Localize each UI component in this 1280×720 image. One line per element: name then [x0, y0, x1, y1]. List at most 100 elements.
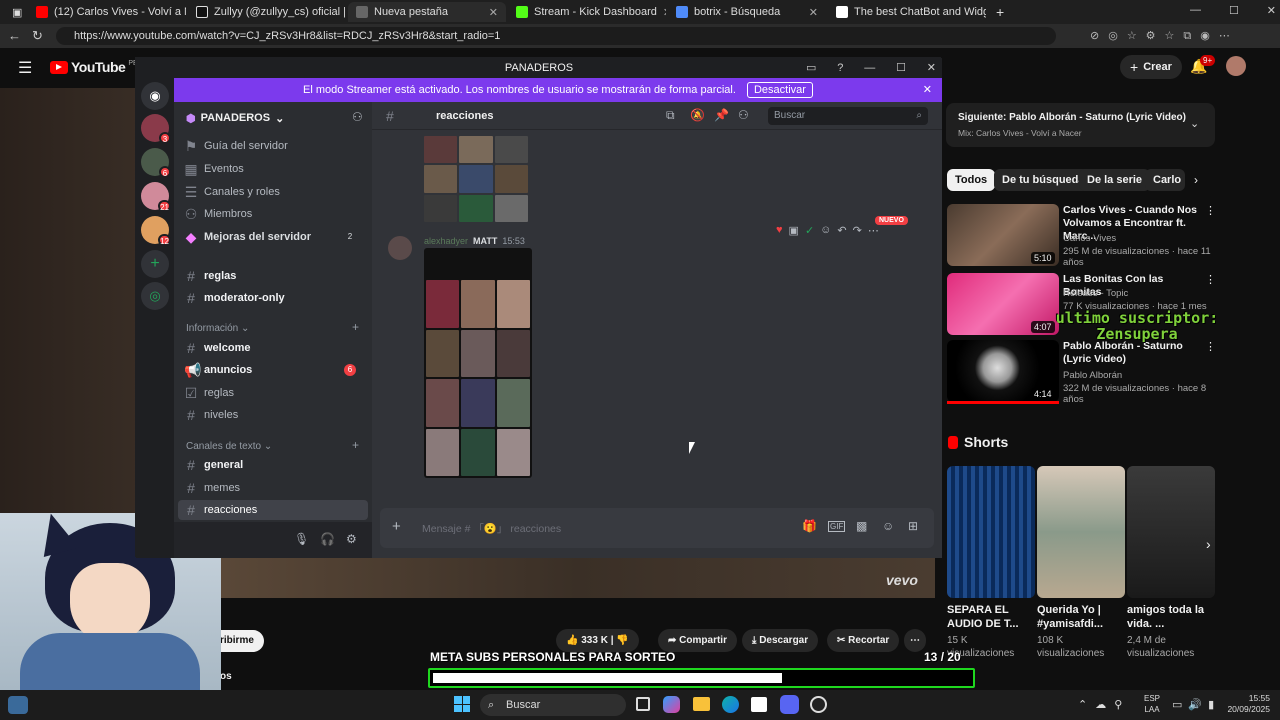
channel-moderator-only[interactable]: # moderator-only: [184, 288, 285, 308]
recommended-video[interactable]: 5:10 Carlos Vives - Cuando Nos Volvamos …: [947, 204, 1216, 268]
settings-gear-icon[interactable]: ⚙: [346, 532, 357, 546]
hamburger-menu-icon[interactable]: ☰: [18, 58, 32, 78]
help-icon[interactable]: ?: [837, 58, 843, 78]
microphone-icon[interactable]: 🎙: [294, 532, 309, 546]
sidebar-item-channels-roles[interactable]: ☰ Canales y roles: [184, 182, 280, 202]
weather-widget-icon[interactable]: [8, 696, 28, 714]
attach-plus-icon[interactable]: +: [392, 518, 401, 535]
avatar[interactable]: [1226, 56, 1246, 76]
image-attachment[interactable]: [424, 136, 528, 222]
language-indicator[interactable]: ESP LAA: [1144, 693, 1160, 715]
headphones-icon[interactable]: 🎧: [320, 532, 335, 546]
clock[interactable]: 15:55 20/09/2025: [1220, 693, 1270, 715]
message-author-avatar[interactable]: [388, 236, 412, 260]
chevron-right-icon[interactable]: ›: [1206, 536, 1211, 552]
close-icon[interactable]: ✕: [809, 6, 818, 19]
chip-all[interactable]: Todos: [947, 169, 996, 191]
mute-icon[interactable]: 🔕: [690, 108, 705, 122]
download-button[interactable]: ⤓ Descargar: [742, 629, 819, 652]
deactivate-button[interactable]: Desactivar: [746, 82, 813, 98]
short-thumbnail[interactable]: [1127, 466, 1215, 598]
new-tab-button[interactable]: +: [988, 2, 1008, 22]
more-options-icon[interactable]: ⋯: [868, 224, 879, 237]
more-actions-button[interactable]: ⋯: [904, 629, 926, 652]
discord-home-icon[interactable]: ◉: [141, 82, 169, 110]
tab-botrix[interactable]: botrix - Búsqueda ✕: [668, 2, 826, 22]
tab-tiktok[interactable]: Zullyy (@zullyy_cs) oficial | TikTok ✕: [188, 2, 346, 22]
reply-icon[interactable]: ↶: [837, 224, 846, 237]
network-volume-battery-icons[interactable]: ▭🔊▮: [1172, 698, 1220, 711]
channel-reacciones[interactable]: # reacciones: [178, 500, 368, 520]
phone-screenshot-attachment[interactable]: [424, 248, 532, 478]
server-icon[interactable]: 12: [141, 216, 171, 246]
youtube-logo[interactable]: YouTube PE: [50, 59, 138, 75]
close-icon[interactable]: ✕: [663, 6, 666, 19]
close-icon[interactable]: ✕: [489, 6, 498, 19]
category-info[interactable]: Información ⌄: [186, 323, 249, 334]
channel-anuncios[interactable]: 📢 anuncios 6: [184, 360, 362, 380]
minimize-icon[interactable]: —: [864, 58, 875, 78]
discord-taskbar-icon[interactable]: [780, 695, 799, 714]
tab-chatbot[interactable]: The best ChatBot and Widgets fo ✕: [828, 2, 986, 22]
like-button[interactable]: 👍 333 K | 👎: [556, 629, 639, 652]
server-icon[interactable]: 3: [141, 114, 171, 144]
server-icon[interactable]: 6: [141, 148, 171, 178]
obs-icon[interactable]: [810, 696, 827, 713]
maximize-icon[interactable]: ☐: [896, 58, 906, 78]
chip-from-series[interactable]: De la serie: [1079, 169, 1151, 191]
message-composer[interactable]: + Mensaje # 「😮」 reacciones 🎁 GIF ▩ ☺ ⊞: [380, 508, 934, 548]
chip-carlos[interactable]: Carlo: [1145, 169, 1185, 191]
store-icon[interactable]: [751, 697, 767, 712]
add-server-icon[interactable]: +: [141, 250, 169, 278]
channel-welcome[interactable]: # welcome: [184, 338, 250, 358]
video-player-lower[interactable]: [220, 558, 935, 598]
up-next-panel[interactable]: Siguiente: Pablo Alborán - Saturno (Lyri…: [946, 103, 1215, 147]
pin-icon[interactable]: 📌: [714, 108, 729, 122]
sidebar-item-events[interactable]: ▦ Eventos: [184, 159, 243, 179]
add-reaction-icon[interactable]: ☺: [820, 224, 831, 237]
server-icon[interactable]: 21: [141, 182, 171, 212]
channel-reglas-info[interactable]: ☑ reglas: [184, 383, 234, 403]
heart-reaction-icon[interactable]: ♥: [776, 224, 783, 237]
channel-niveles[interactable]: # niveles: [184, 405, 238, 425]
close-window-icon[interactable]: ✕: [1267, 4, 1276, 17]
channel-reglas[interactable]: # reglas: [184, 266, 236, 286]
gif-icon[interactable]: GIF: [828, 521, 846, 532]
create-button[interactable]: + Crear: [1120, 55, 1182, 79]
minimize-icon[interactable]: —: [1190, 4, 1201, 17]
inbox-icon[interactable]: ▭: [806, 58, 816, 78]
sticker-icon[interactable]: ▩: [856, 519, 867, 533]
chevron-down-icon[interactable]: ⌄: [1190, 117, 1199, 130]
invite-icon[interactable]: ⚇: [352, 110, 363, 124]
more-options-icon[interactable]: ⋮: [1205, 204, 1216, 217]
taskview-icon[interactable]: [636, 697, 650, 711]
copilot-icon[interactable]: [663, 696, 680, 713]
chip-from-search[interactable]: De tu búsqueda: [994, 169, 1093, 191]
channel-general[interactable]: # general: [184, 455, 243, 475]
sidebar-item-members[interactable]: ⚇ Miembros: [184, 204, 253, 224]
thumbs-down-icon[interactable]: 👎: [616, 635, 628, 646]
short-thumbnail[interactable]: [1037, 466, 1125, 598]
sidebar-item-boosts[interactable]: ◆ Mejoras del servidor 2: [184, 227, 362, 247]
edge-icon[interactable]: [722, 696, 739, 713]
close-icon[interactable]: ✕: [927, 58, 936, 78]
tab-new[interactable]: Nueva pestaña ✕: [348, 2, 506, 22]
emoji-icon[interactable]: ☺: [882, 519, 894, 533]
members-icon[interactable]: ⚇: [738, 108, 749, 122]
tab-kick[interactable]: Stream - Kick Dashboard ✕: [508, 2, 666, 22]
taskbar-search[interactable]: ⌕ Buscar: [480, 694, 626, 716]
back-icon[interactable]: ←: [8, 28, 21, 43]
recommended-video[interactable]: 4:14 Pablo Alborán - Saturno (Lyric Vide…: [947, 340, 1216, 405]
search-input[interactable]: Buscar ⌕: [768, 107, 928, 125]
more-options-icon[interactable]: ⋮: [1205, 273, 1216, 286]
windows-start-icon[interactable]: [454, 696, 470, 712]
server-header[interactable]: ⬢ PANADEROS ⌄: [186, 112, 284, 125]
forward-icon[interactable]: ↷: [853, 224, 862, 237]
add-channel-icon[interactable]: +: [352, 320, 359, 334]
clip-button[interactable]: ✂ Recortar: [827, 629, 900, 652]
tab-youtube[interactable]: (12) Carlos Vives - Volví a Na ✕: [28, 2, 186, 22]
explore-icon[interactable]: ◎: [141, 282, 169, 310]
share-button[interactable]: ➦ Compartir: [658, 629, 737, 652]
message-author[interactable]: alexhadyer: [424, 236, 468, 246]
browser-menu-icon[interactable]: ▣: [4, 2, 24, 22]
